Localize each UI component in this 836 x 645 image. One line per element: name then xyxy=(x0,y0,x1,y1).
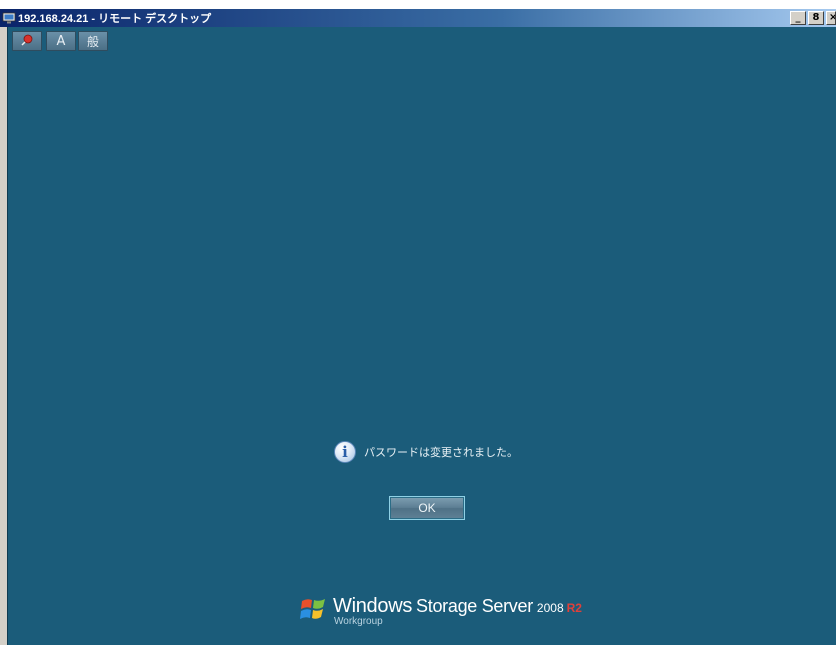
remote-desktop-area: A 般 i パスワードは変更されました。 OK Windows Storage … xyxy=(7,27,836,645)
brand-release: R2 xyxy=(566,601,582,615)
windows-logo: Windows Storage Server 2008 R2 Workgroup xyxy=(299,595,582,627)
remote-desktop-window: 192.168.24.21 - リモート デスクトップ _ 8 × A xyxy=(0,9,836,645)
ime-mode-button[interactable]: 般 xyxy=(78,31,108,51)
pin-connection-bar-button[interactable] xyxy=(12,31,42,51)
info-icon: i xyxy=(334,441,356,463)
close-button[interactable]: × xyxy=(826,11,836,25)
remote-desktop-icon xyxy=(2,11,16,25)
status-message: i パスワードは変更されました。 xyxy=(334,441,518,463)
restore-icon: 8 xyxy=(812,12,820,23)
window-controls: _ 8 × xyxy=(790,11,836,25)
brand-windows: Windows xyxy=(333,595,413,617)
brand-product: Storage Server xyxy=(416,596,533,616)
brand-edition: Workgroup xyxy=(334,616,383,627)
close-icon: × xyxy=(829,13,835,23)
restore-button[interactable]: 8 xyxy=(808,11,824,25)
windows-flag-icon xyxy=(300,599,325,619)
title-bar[interactable]: 192.168.24.21 - リモート デスクトップ _ 8 × xyxy=(0,9,836,27)
message-text: パスワードは変更されました。 xyxy=(364,446,518,459)
minimize-icon: _ xyxy=(795,12,801,23)
minimize-button[interactable]: _ xyxy=(790,11,806,25)
pin-icon xyxy=(20,32,34,51)
ok-button[interactable]: OK xyxy=(389,496,465,520)
window-title: 192.168.24.21 - リモート デスクトップ xyxy=(18,13,212,25)
brand-year: 2008 xyxy=(536,601,564,615)
input-mode-button[interactable]: A xyxy=(46,31,76,51)
input-mode-icon: A xyxy=(56,33,66,49)
ime-mode-icon: 般 xyxy=(86,34,99,49)
